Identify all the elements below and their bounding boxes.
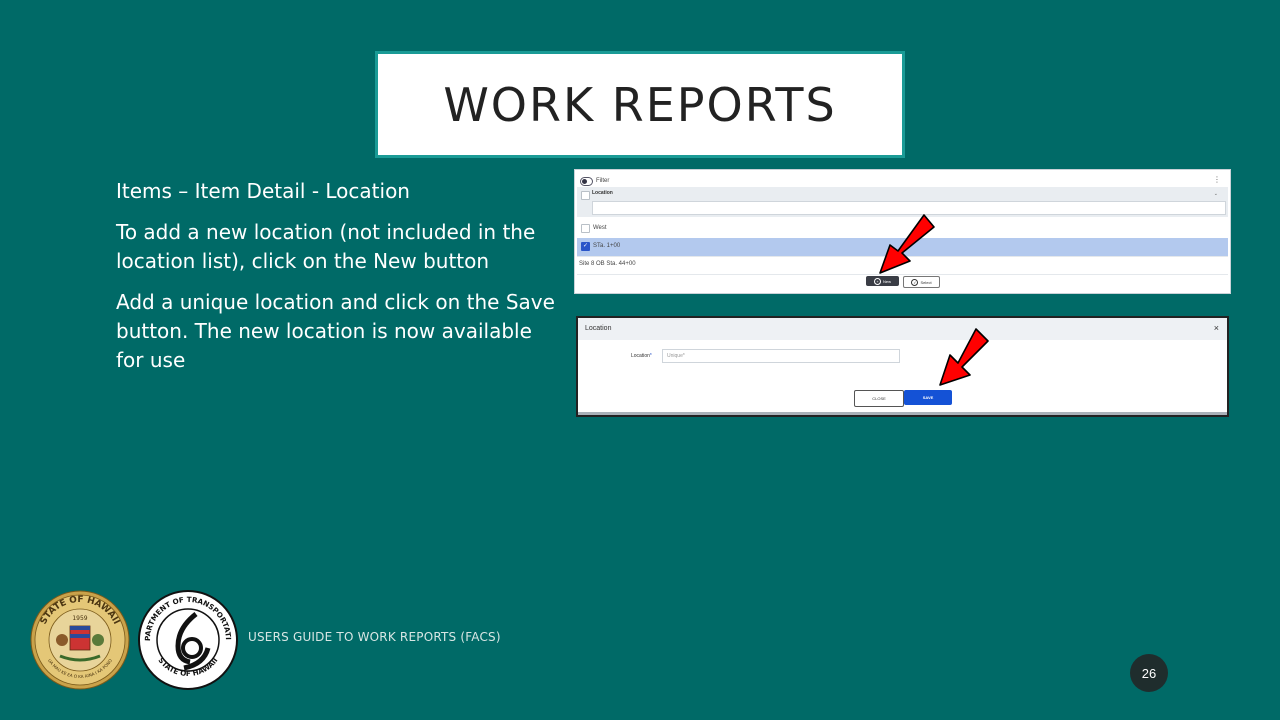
- state-of-hawaii-seal-icon: STATE OF HAWAII UA MAU KE EA O KA AINA I…: [30, 590, 130, 690]
- select-button-label: Select: [920, 279, 932, 285]
- bullet-2: To add a new location (not included in t…: [116, 220, 536, 273]
- save-button[interactable]: SAVE: [904, 390, 952, 405]
- select-all-checkbox[interactable]: [581, 191, 590, 200]
- check-circle-icon: ✓: [911, 278, 919, 286]
- location-dialog-screenshot: Location × Location* Unique* CLOSE SAVE: [576, 316, 1229, 417]
- dialog-scrollbar[interactable]: [578, 412, 1227, 415]
- select-button[interactable]: ✓ Select: [903, 276, 940, 288]
- close-button[interactable]: CLOSE: [854, 390, 904, 407]
- bullet-3: Add a unique location and click on the S…: [116, 290, 555, 372]
- kebab-menu-icon[interactable]: ⋮: [1213, 175, 1221, 184]
- dialog-header: Location ×: [578, 318, 1227, 340]
- chevron-down-icon[interactable]: ⌄: [1214, 191, 1218, 197]
- toggle-icon[interactable]: [580, 176, 593, 186]
- column-header-location: Location: [592, 190, 613, 196]
- footer-text: USERS GUIDE TO WORK REPORTS (FACS): [248, 630, 501, 644]
- title-box: WORK REPORTS: [375, 51, 905, 158]
- new-button[interactable]: + New: [866, 276, 899, 286]
- new-button-label: New: [882, 278, 891, 284]
- row-label: Site 8 OB Sta. 44+00: [579, 261, 636, 267]
- location-label-text: Location: [631, 353, 650, 359]
- row-label: West: [593, 225, 607, 231]
- row-checkbox[interactable]: [581, 224, 590, 233]
- location-field-label: Location*: [631, 353, 652, 359]
- row-label: STa. 1+00: [593, 243, 621, 249]
- plus-icon: +: [873, 277, 881, 285]
- location-input[interactable]: Unique*: [662, 349, 900, 363]
- dialog-title: Location: [585, 325, 612, 332]
- required-mark: *: [649, 353, 652, 359]
- filter-label: Filter: [596, 178, 610, 184]
- row-checkbox[interactable]: [581, 242, 590, 251]
- red-arrow-icon: [879, 214, 935, 274]
- slide-title: WORK REPORTS: [443, 77, 837, 132]
- department-of-transportation-seal-icon: DEPARTMENT OF TRANSPORTATION STATE OF HA…: [138, 590, 238, 690]
- page-number-badge: 26: [1130, 654, 1168, 692]
- filter-toggle[interactable]: Filter: [580, 176, 609, 186]
- seal-year: 1959: [72, 615, 87, 622]
- bullet-list: Items – Item Detail - Location To add a …: [116, 177, 556, 387]
- bullet-1: Items – Item Detail - Location: [116, 179, 410, 203]
- red-arrow-icon: [939, 328, 989, 386]
- close-icon[interactable]: ×: [1214, 323, 1219, 333]
